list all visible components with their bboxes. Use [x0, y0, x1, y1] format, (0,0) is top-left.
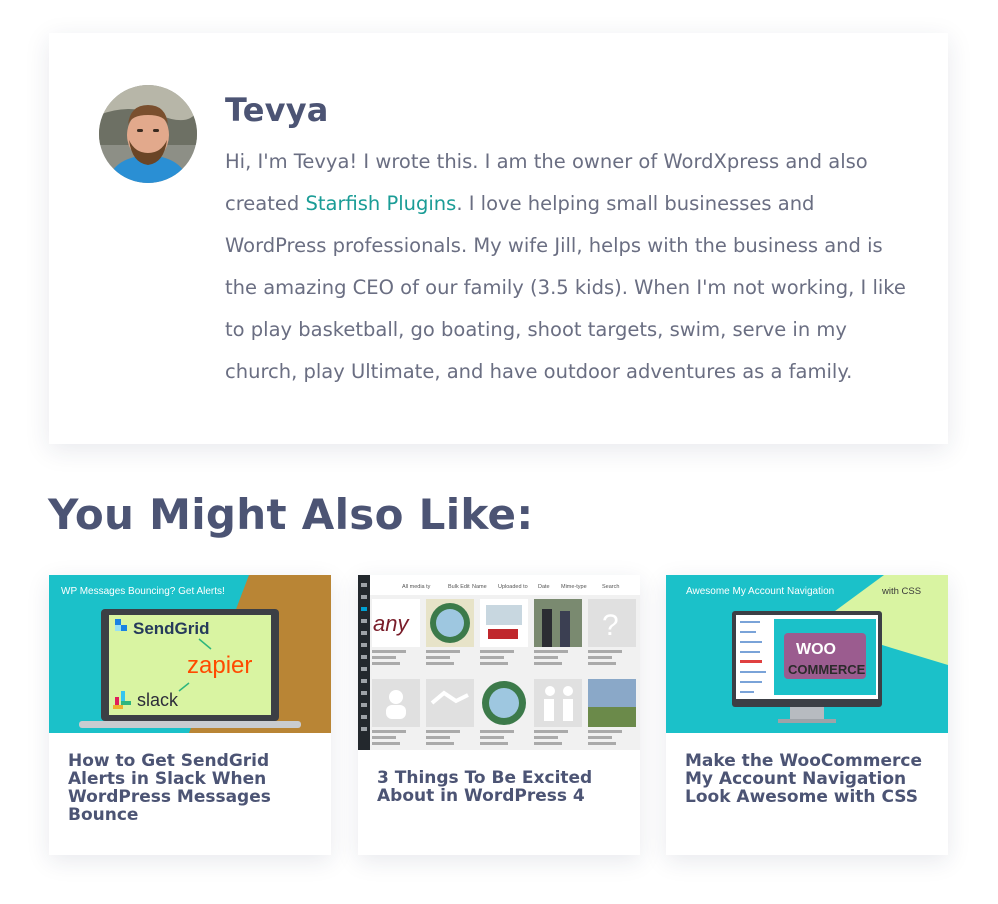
sendgrid-label: SendGrid	[133, 619, 210, 638]
slack-label: slack	[137, 690, 179, 710]
thumb-banner-text: Awesome My Account Navigation	[686, 586, 834, 597]
woo-logo-top: WOO	[796, 641, 836, 658]
post-title[interactable]: Make the WooCommerce My Account Navigati…	[685, 752, 935, 806]
toolbar-name: Name	[472, 584, 487, 590]
woo-logo-bottom: COMMERCE	[788, 662, 866, 677]
post-title[interactable]: 3 Things To Be Excited About in WordPres…	[377, 769, 627, 805]
toolbar-mime-type: Mime-type	[561, 584, 587, 590]
author-bio: Hi, I'm Tevya! I wrote this. I am the ow…	[225, 141, 915, 393]
related-posts-heading: You Might Also Like:	[48, 490, 534, 539]
related-post-card[interactable]: All media ty Bulk Edit Name Uploaded to …	[358, 575, 640, 855]
zapier-label: zapier	[187, 652, 252, 679]
toolbar-media-filter: All media ty	[402, 584, 431, 590]
post-thumbnail-wordpress-4[interactable]: All media ty Bulk Edit Name Uploaded to …	[358, 575, 640, 750]
author-name: Tevya	[225, 91, 329, 129]
toolbar-search: Search	[602, 584, 619, 590]
starfish-plugins-link[interactable]: Starfish Plugins	[305, 192, 456, 215]
toolbar-bulk-edit: Bulk Edit	[448, 584, 470, 590]
post-title[interactable]: How to Get SendGrid Alerts in Slack When…	[68, 752, 318, 824]
thumb-banner-right: with CSS	[881, 586, 921, 597]
related-post-card[interactable]: WP Messages Bouncing? Get Alerts! SendGr…	[49, 575, 331, 855]
svg-text:any: any	[373, 611, 410, 636]
author-bio-text-continued: . I love helping small businesses and Wo…	[225, 192, 906, 383]
author-box: Tevya Hi, I'm Tevya! I wrote this. I am …	[49, 33, 948, 444]
svg-text:?: ?	[602, 609, 619, 642]
thumb-banner-text: WP Messages Bouncing? Get Alerts!	[61, 586, 225, 597]
author-avatar	[99, 85, 197, 183]
post-thumbnail-sendgrid[interactable]: WP Messages Bouncing? Get Alerts! SendGr…	[49, 575, 331, 733]
toolbar-date: Date	[538, 584, 550, 590]
post-thumbnail-woocommerce[interactable]: Awesome My Account Navigation with CSS W…	[666, 575, 948, 733]
related-post-card[interactable]: Awesome My Account Navigation with CSS W…	[666, 575, 948, 855]
toolbar-uploaded-to: Uploaded to	[498, 584, 528, 590]
